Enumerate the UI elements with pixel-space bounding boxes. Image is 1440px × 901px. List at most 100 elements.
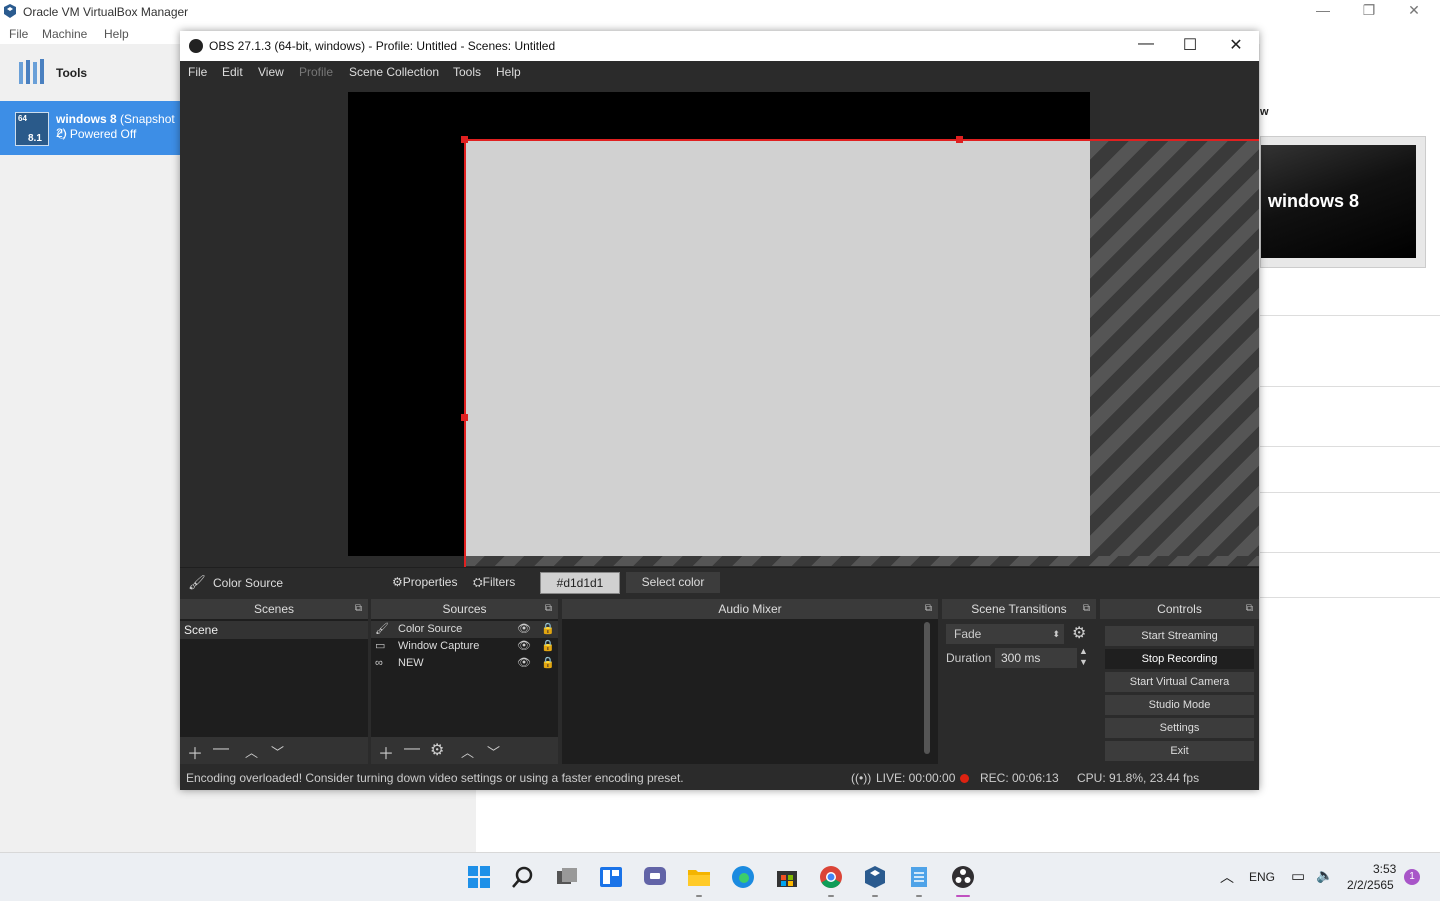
studio-mode-button[interactable]: Studio Mode [1105,695,1254,715]
brush-icon: 🖌 [375,623,389,635]
resize-handle[interactable] [461,136,468,143]
gear-icon[interactable]: ⚙ [430,740,444,760]
transition-select[interactable]: Fade ⬍ [946,624,1064,644]
move-up-icon[interactable]: ︿ [245,742,258,761]
close-icon[interactable]: ✕ [1403,2,1425,19]
move-down-icon[interactable]: ﹀ [487,742,500,761]
file-explorer-icon[interactable] [687,865,711,889]
menu-help[interactable]: Help [104,27,129,41]
scrollbar[interactable] [924,622,930,754]
minimize-icon[interactable]: — [1312,2,1334,18]
start-icon[interactable] [467,865,491,889]
maximize-icon[interactable]: ☐ [1175,35,1205,55]
task-view-icon[interactable] [555,865,579,889]
tools-label: Tools [56,66,88,80]
menu-help[interactable]: Help [496,65,521,79]
language-indicator[interactable]: ENG [1249,870,1275,884]
resize-handle[interactable] [461,414,468,421]
clock-date[interactable]: 2/2/2565 [1347,878,1394,892]
remove-icon[interactable]: — [404,740,420,758]
controls-header: Controls ⧉ [1100,599,1259,619]
out-of-bounds-area [465,556,1259,566]
add-icon[interactable]: ＋ [187,740,203,764]
chat-icon[interactable] [643,865,667,889]
out-of-bounds-area [1090,140,1259,566]
minimize-icon[interactable]: — [1131,35,1161,53]
visibility-eye-icon[interactable]: 👁 [517,638,531,655]
list-item[interactable]: ∞ NEW 👁 🔒 [371,655,558,672]
visibility-eye-icon[interactable]: 👁 [517,655,531,672]
running-indicator [916,895,922,897]
remove-icon[interactable]: — [213,740,229,758]
restore-icon[interactable]: ❐ [1358,2,1380,19]
duration-stepper[interactable]: ▲ ▼ [1079,646,1088,668]
vm-list-item[interactable]: 64 8.1 windows 8 (Snapshot 2) ⏻ Powered … [0,101,180,155]
color-source-preview[interactable] [465,140,1090,556]
filters-button[interactable]: ⛭Filters [473,572,515,592]
visibility-eye-icon[interactable]: 👁 [517,621,531,638]
virtualbox-icon[interactable] [863,865,887,889]
add-icon[interactable]: ＋ [378,740,394,764]
resize-handle[interactable] [956,136,963,143]
settings-button[interactable]: Settings [1105,718,1254,738]
virtualbox-title: Oracle VM VirtualBox Manager [23,5,189,19]
chevron-up-icon[interactable]: ︿ [1220,867,1234,887]
vm-state-text: Powered Off [69,127,137,141]
notification-badge[interactable]: 1 [1404,869,1420,885]
start-streaming-button[interactable]: Start Streaming [1105,626,1254,646]
filters-label: Filters [482,575,516,589]
undock-icon[interactable]: ⧉ [545,599,552,619]
move-up-icon[interactable]: ︿ [461,742,474,761]
start-virtual-camera-button[interactable]: Start Virtual Camera [1105,672,1254,692]
list-item[interactable]: 🖌 Color Source 👁 🔒 [371,621,558,638]
undock-icon[interactable]: ⧉ [355,599,362,619]
menu-machine[interactable]: Machine [42,27,87,41]
volume-icon[interactable]: 🔈 [1316,867,1333,884]
lock-icon[interactable]: 🔒 [541,655,555,672]
notepad-icon[interactable] [907,865,931,889]
lock-icon[interactable]: 🔒 [541,621,555,638]
undock-icon[interactable]: ⧉ [1083,599,1090,619]
recording-dot-icon [960,774,969,783]
gear-icon[interactable]: ⚙ [1072,623,1086,643]
menu-file[interactable]: File [188,65,207,79]
chrome-icon[interactable] [819,865,843,889]
menu-view[interactable]: View [258,65,284,79]
network-icon[interactable]: ▭ [1291,867,1305,885]
list-item[interactable]: Scene [180,621,368,639]
taskbar: ︿ ENG ▭ 🔈 3:53 2/2/2565 1 [0,852,1440,901]
close-icon[interactable]: ✕ [1221,35,1251,55]
virtualbox-sidebar [0,44,180,852]
duration-field[interactable]: 300 ms [995,648,1077,668]
select-color-button[interactable]: Select color [626,572,720,593]
edge-icon[interactable] [731,865,755,889]
color-hex-display: #d1d1d1 [540,572,620,594]
undock-icon[interactable]: ⧉ [1246,599,1253,619]
undock-icon[interactable]: ⧉ [925,599,932,619]
virtualbox-app-icon [4,4,16,18]
vm-preview-label: windows 8 [1268,191,1360,211]
menu-edit[interactable]: Edit [222,65,243,79]
stop-recording-button[interactable]: Stop Recording [1105,649,1254,669]
properties-button[interactable]: ⚙Properties [392,572,457,592]
menu-scene-collection[interactable]: Scene Collection [349,65,439,79]
menu-profile[interactable]: Profile [299,65,333,79]
move-down-icon[interactable]: ﹀ [271,742,284,761]
preview-area[interactable] [180,83,1259,567]
clock-time[interactable]: 3:53 [1373,862,1396,876]
widgets-icon[interactable] [599,865,623,889]
sources-toolbar: ＋ — ⚙ ︿ ﹀ [371,737,558,764]
list-item[interactable]: ▭ Window Capture 👁 🔒 [371,638,558,655]
sources-dock: Sources ⧉ 🖌 Color Source 👁 🔒 ▭ Window Cap… [371,599,558,764]
lock-icon[interactable]: 🔒 [541,638,555,655]
obs-icon[interactable] [951,865,975,889]
virtualbox-titlebar: Oracle VM VirtualBox Manager — ❐ ✕ [0,0,1440,24]
running-indicator [872,895,878,897]
tools-item[interactable]: Tools [0,50,180,96]
menu-tools[interactable]: Tools [453,65,481,79]
menu-file[interactable]: File [9,27,28,41]
store-icon[interactable] [775,865,799,889]
search-icon[interactable] [511,865,535,889]
exit-button[interactable]: Exit [1105,741,1254,761]
source-name: Window Capture [398,640,480,652]
